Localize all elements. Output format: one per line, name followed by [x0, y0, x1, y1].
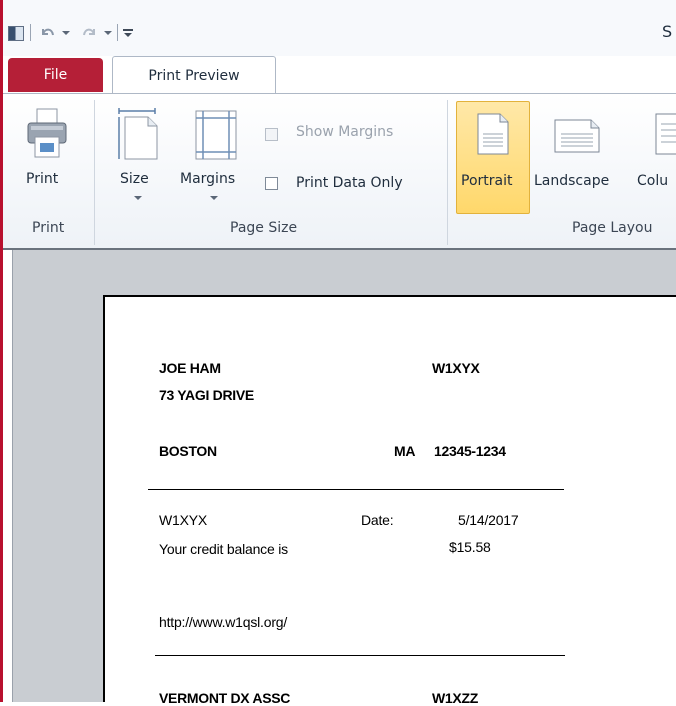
- margins-dropdown-icon[interactable]: [210, 196, 218, 200]
- group-divider: [447, 100, 448, 245]
- quick-access-toolbar: [3, 0, 676, 56]
- portrait-label: Portrait: [461, 173, 513, 189]
- printer-icon[interactable]: [25, 107, 69, 161]
- report-address: 73 YAGI DRIVE: [159, 387, 254, 403]
- size-dropdown-icon[interactable]: [134, 196, 142, 200]
- report-callsign: W1XYX: [432, 360, 480, 376]
- page-size-group-label: Page Size: [230, 220, 298, 236]
- print-data-only-checkbox[interactable]: [265, 177, 278, 190]
- undo-dropdown-icon[interactable]: [62, 31, 70, 35]
- window-title: S: [662, 22, 673, 41]
- navigation-pane-edge: [3, 250, 13, 702]
- columns-button[interactable]: Colu: [637, 173, 668, 189]
- report-state: MA: [394, 443, 416, 459]
- qat-separator: [30, 24, 31, 41]
- customize-qat-icon[interactable]: [122, 27, 134, 39]
- size-button[interactable]: Size: [120, 171, 149, 187]
- columns-icon[interactable]: [654, 112, 676, 156]
- report-zip: 12345-1234: [434, 443, 506, 459]
- redo-dropdown-icon[interactable]: [104, 31, 112, 35]
- tab-file[interactable]: File: [8, 58, 103, 92]
- balance-value: $15.58: [449, 539, 491, 555]
- report-city: BOSTON: [159, 443, 217, 459]
- print-group-label: Print: [32, 220, 65, 236]
- report-page: [103, 295, 676, 702]
- landscape-page-icon[interactable]: [553, 118, 601, 154]
- tab-print-preview[interactable]: Print Preview: [112, 56, 276, 94]
- print-data-only-label[interactable]: Print Data Only: [296, 175, 403, 191]
- redo-icon[interactable]: [82, 24, 98, 40]
- report-url: http://www.w1qsl.org/: [159, 614, 288, 630]
- undo-icon[interactable]: [39, 24, 55, 40]
- portrait-page-icon: [477, 113, 509, 155]
- date-value: 5/14/2017: [458, 512, 519, 528]
- detail-callsign: W1XYX: [159, 512, 208, 528]
- page-layout-group-label: Page Layou: [572, 220, 653, 236]
- page-size-icon[interactable]: [115, 107, 159, 161]
- report-name: JOE HAM: [159, 360, 221, 376]
- margins-button[interactable]: Margins: [180, 171, 235, 187]
- qat-separator: [117, 24, 118, 41]
- report-divider: [148, 489, 564, 490]
- show-margins-label: Show Margins: [296, 124, 394, 140]
- date-label: Date:: [361, 512, 394, 528]
- balance-label: Your credit balance is: [159, 541, 288, 557]
- margins-icon[interactable]: [194, 107, 238, 161]
- app-icon[interactable]: [8, 26, 24, 41]
- report-divider: [155, 655, 565, 656]
- landscape-button[interactable]: Landscape: [534, 173, 609, 189]
- group-divider: [94, 100, 95, 245]
- print-button[interactable]: Print: [26, 171, 58, 187]
- show-margins-checkbox: [265, 128, 278, 141]
- next-record-name: VERMONT DX ASSC: [159, 690, 291, 706]
- next-record-callsign: W1XZZ: [432, 690, 478, 706]
